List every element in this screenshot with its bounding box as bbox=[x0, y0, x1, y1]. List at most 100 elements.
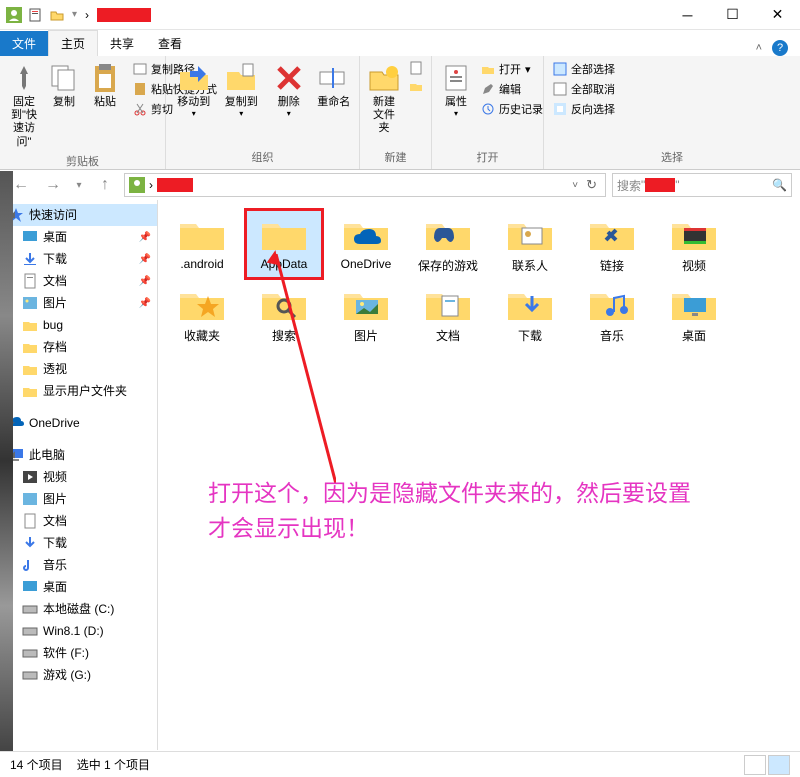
sidebar-item[interactable]: 视频 bbox=[0, 466, 157, 488]
up-button[interactable]: ↑ bbox=[92, 173, 118, 197]
open-button[interactable]: 打开 ▾ bbox=[478, 60, 546, 78]
folder-item-图片[interactable]: 图片 bbox=[328, 280, 404, 348]
invert-selection-button[interactable]: 反向选择 bbox=[550, 100, 618, 118]
home-tab[interactable]: 主页 bbox=[48, 30, 98, 56]
collapse-ribbon-icon[interactable]: ˄ bbox=[756, 42, 762, 54]
folder-grid: .android AppData OneDrive 保存的游戏 联系人 链接 视… bbox=[164, 210, 794, 348]
copy-label: 复制 bbox=[53, 96, 75, 109]
help-icon[interactable]: ? bbox=[772, 40, 788, 56]
folder-icon bbox=[342, 214, 390, 257]
sidebar-item[interactable]: 音乐 bbox=[0, 554, 157, 576]
sidebar-item[interactable]: 文档 bbox=[0, 510, 157, 532]
folder-icon bbox=[260, 214, 308, 257]
onedrive-node[interactable]: ▷ OneDrive bbox=[0, 412, 157, 434]
folder-item-音乐[interactable]: 音乐 bbox=[574, 280, 650, 348]
this-pc-node[interactable]: ◢ 此电脑 bbox=[0, 444, 157, 466]
sidebar-item[interactable]: 透视 bbox=[0, 358, 157, 380]
file-tab[interactable]: 文件 bbox=[0, 31, 48, 56]
sidebar-item[interactable]: 桌面 bbox=[0, 576, 157, 598]
delete-button[interactable]: 删除▾ bbox=[267, 60, 310, 147]
sidebar-item[interactable]: 软件 (F:) bbox=[0, 642, 157, 664]
history-button[interactable]: 历史记录 bbox=[478, 100, 546, 118]
new-item-button[interactable] bbox=[406, 60, 426, 76]
breadcrumb-chevron: › bbox=[149, 178, 153, 192]
item-count: 14 个项目 bbox=[10, 756, 63, 773]
sidebar-item[interactable]: Win8.1 (D:) bbox=[0, 620, 157, 642]
sidebar-item[interactable]: 图片 bbox=[0, 488, 157, 510]
navigation-pane[interactable]: ◢ 快速访问 桌面 📌 下载 📌 文档 📌 图片 📌 bug bbox=[0, 200, 158, 750]
icons-view-button[interactable] bbox=[768, 755, 790, 775]
folder-item-联系人[interactable]: 联系人 bbox=[492, 210, 568, 278]
folder-label: 链接 bbox=[600, 257, 624, 274]
folder-item-搜索[interactable]: 搜索 bbox=[246, 280, 322, 348]
share-tab[interactable]: 共享 bbox=[98, 31, 146, 56]
forward-button[interactable]: → bbox=[40, 173, 66, 197]
select-none-button[interactable]: 全部取消 bbox=[550, 80, 618, 98]
window-title-bar: ▾ › ─ ☐ ✕ bbox=[0, 0, 800, 30]
folder-label: 音乐 bbox=[600, 327, 624, 344]
folder-icon bbox=[588, 284, 636, 327]
refresh-icon[interactable]: ↻ bbox=[582, 177, 601, 193]
ribbon: 固定到"快速访问" 复制 粘贴 复制路径 粘贴快捷方式 剪切 剪贴板 移动到▾ bbox=[0, 56, 800, 170]
search-input[interactable]: 搜索 "" 🔍 bbox=[612, 173, 792, 197]
status-bar: 14 个项目 选中 1 个项目 bbox=[0, 751, 800, 777]
folder-item-保存的游戏[interactable]: 保存的游戏 bbox=[410, 210, 486, 278]
folder-icon bbox=[260, 284, 308, 327]
rename-button[interactable]: 重命名 bbox=[314, 60, 353, 147]
properties-button[interactable]: 属性▾ bbox=[438, 60, 474, 147]
folder-item-收藏夹[interactable]: 收藏夹 bbox=[164, 280, 240, 348]
folder-item-链接[interactable]: 链接 bbox=[574, 210, 650, 278]
clipboard-group-label: 剪贴板 bbox=[6, 151, 159, 169]
folder-label: 保存的游戏 bbox=[418, 257, 478, 274]
select-all-button[interactable]: 全部选择 bbox=[550, 60, 618, 78]
sidebar-item[interactable]: bug bbox=[0, 314, 157, 336]
maximize-button[interactable]: ☐ bbox=[710, 0, 755, 30]
view-tab[interactable]: 查看 bbox=[146, 31, 194, 56]
sidebar-item[interactable]: 桌面 📌 bbox=[0, 226, 157, 248]
address-breadcrumb[interactable]: › ˅ ↻ bbox=[124, 173, 606, 197]
paste-button[interactable]: 粘贴 bbox=[86, 60, 124, 111]
copy-button[interactable]: 复制 bbox=[46, 60, 82, 151]
content-pane[interactable]: .android AppData OneDrive 保存的游戏 联系人 链接 视… bbox=[158, 200, 800, 750]
main-area: ◢ 快速访问 桌面 📌 下载 📌 文档 📌 图片 📌 bug bbox=[0, 200, 800, 750]
folder-icon bbox=[506, 284, 554, 327]
folder-item-OneDrive[interactable]: OneDrive bbox=[328, 210, 404, 278]
folder-item-AppData[interactable]: AppData bbox=[246, 210, 322, 278]
sidebar-item[interactable]: 下载 bbox=[0, 532, 157, 554]
easy-access-button[interactable] bbox=[406, 78, 426, 94]
pin-quick-access-button[interactable]: 固定到"快速访问" bbox=[6, 60, 42, 151]
folder-item-视频[interactable]: 视频 bbox=[656, 210, 732, 278]
new-group: 新建文件夹 新建 bbox=[360, 56, 432, 169]
folder-item-.android[interactable]: .android bbox=[164, 210, 240, 278]
folder-item-下载[interactable]: 下载 bbox=[492, 280, 568, 348]
details-view-button[interactable] bbox=[744, 755, 766, 775]
folder-icon bbox=[424, 284, 472, 327]
quick-access-node[interactable]: ◢ 快速访问 bbox=[0, 204, 157, 226]
sidebar-item[interactable]: 下载 📌 bbox=[0, 248, 157, 270]
sidebar-item[interactable]: 存档 bbox=[0, 336, 157, 358]
folder-item-桌面[interactable]: 桌面 bbox=[656, 280, 732, 348]
minimize-button[interactable]: ─ bbox=[665, 0, 710, 30]
copy-to-button[interactable]: 复制到▾ bbox=[219, 60, 262, 147]
properties-qat-icon[interactable] bbox=[28, 8, 42, 22]
move-to-button[interactable]: 移动到▾ bbox=[172, 60, 215, 147]
edit-button[interactable]: 编辑 bbox=[478, 80, 546, 98]
folder-icon bbox=[588, 214, 636, 257]
paste-label: 粘贴 bbox=[94, 96, 116, 109]
new-folder-qat-icon[interactable] bbox=[50, 8, 64, 22]
breadcrumb-history-icon[interactable]: ˅ bbox=[572, 180, 578, 191]
sidebar-item[interactable]: 游戏 (G:) bbox=[0, 664, 157, 686]
close-button[interactable]: ✕ bbox=[755, 0, 800, 30]
folder-label: OneDrive bbox=[341, 257, 392, 271]
folder-item-文档[interactable]: 文档 bbox=[410, 280, 486, 348]
sidebar-item[interactable]: 本地磁盘 (C:) bbox=[0, 598, 157, 620]
background-fragment bbox=[0, 171, 13, 751]
sidebar-item[interactable]: 图片 📌 bbox=[0, 292, 157, 314]
recent-dropdown[interactable]: ▾ bbox=[72, 173, 86, 197]
organize-group-label: 组织 bbox=[172, 147, 353, 165]
sidebar-item[interactable]: 显示用户文件夹 bbox=[0, 380, 157, 402]
sidebar-item[interactable]: 文档 📌 bbox=[0, 270, 157, 292]
annotation-text: 打开这个，因为是隐藏文件夹来的，然后要设置才会显示出现！ bbox=[208, 476, 698, 545]
pin-icon: 📌 bbox=[139, 230, 151, 245]
new-folder-button[interactable]: 新建文件夹 bbox=[366, 60, 402, 147]
